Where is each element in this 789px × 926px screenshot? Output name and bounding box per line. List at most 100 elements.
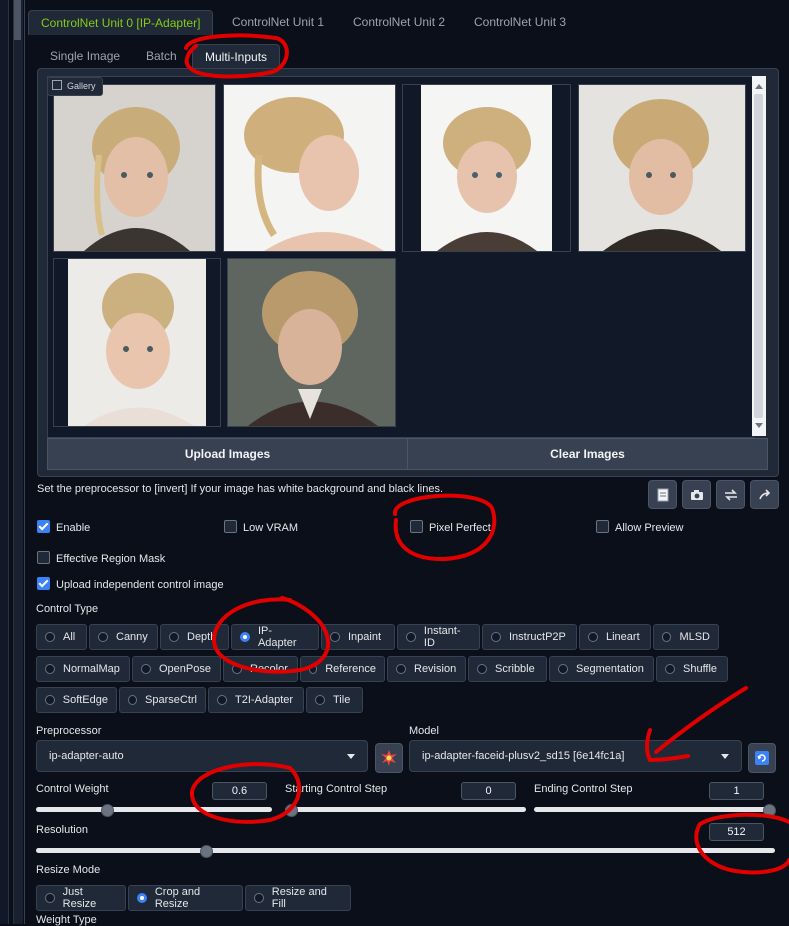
radio-circle[interactable]	[662, 632, 672, 642]
control-type-reference[interactable]: Reference	[300, 656, 385, 682]
page-scrollbar-thumb[interactable]	[14, 0, 21, 40]
gallery-image-4[interactable]	[578, 84, 746, 252]
preprocessor-dropdown[interactable]: ip-adapter-auto	[36, 740, 368, 772]
radio-circle[interactable]	[406, 632, 416, 642]
resize-mode-resize-and-fill[interactable]: Resize and Fill	[245, 885, 351, 911]
radio-circle[interactable]	[98, 632, 108, 642]
low-vram-option[interactable]: Low VRAM	[224, 520, 298, 534]
tab-multi-inputs[interactable]: Multi-Inputs	[192, 44, 281, 69]
radio-circle[interactable]	[315, 695, 325, 705]
page-scrollbar[interactable]	[13, 0, 23, 924]
model-dropdown[interactable]: ip-adapter-faceid-plusv2_sd15 [6e14fc1a]	[409, 740, 742, 772]
upload-independent-option[interactable]: Upload independent control image	[37, 577, 224, 591]
control-type-ip-adapter[interactable]: IP-Adapter	[231, 624, 319, 650]
pixel-perfect-option[interactable]: Pixel Perfect	[410, 520, 491, 534]
tab-unit-0[interactable]: ControlNet Unit 0 [IP-Adapter]	[28, 10, 214, 35]
radio-circle[interactable]	[141, 664, 151, 674]
resize-mode-just-resize[interactable]: Just Resize	[36, 885, 126, 911]
resolution-slider[interactable]	[36, 848, 775, 853]
radio-circle[interactable]	[309, 664, 318, 674]
tab-unit-3[interactable]: ControlNet Unit 3	[462, 10, 578, 34]
gallery-image-5[interactable]	[53, 258, 221, 427]
effective-region-mask-option[interactable]: Effective Region Mask	[37, 551, 165, 565]
control-type-inpaint[interactable]: Inpaint	[321, 624, 395, 650]
allow-preview-option[interactable]: Allow Preview	[596, 520, 683, 534]
radio-circle[interactable]	[588, 632, 598, 642]
control-type-canny[interactable]: Canny	[89, 624, 158, 650]
refresh-models-button[interactable]	[748, 743, 776, 773]
notepad-button[interactable]	[648, 480, 677, 509]
control-weight-slider-handle[interactable]	[100, 804, 114, 817]
gallery-scrollbar[interactable]	[752, 76, 766, 436]
swap-button[interactable]	[716, 480, 745, 509]
radio-circle-selected[interactable]	[137, 893, 147, 903]
control-type-all[interactable]: All	[36, 624, 87, 650]
pixel-perfect-checkbox[interactable]	[410, 520, 423, 533]
control-type-sparsectrl[interactable]: SparseCtrl	[119, 687, 206, 713]
ending-step-input[interactable]: 1	[709, 782, 764, 800]
ending-step-slider[interactable]	[534, 807, 775, 812]
radio-circle[interactable]	[396, 664, 406, 674]
gallery-image-1[interactable]	[53, 84, 216, 252]
upload-images-button[interactable]: Upload Images	[47, 438, 408, 470]
tab-unit-2[interactable]: ControlNet Unit 2	[341, 10, 457, 34]
gallery-image-6[interactable]	[227, 258, 396, 427]
enable-checkbox[interactable]	[37, 520, 50, 533]
control-type-shuffle[interactable]: Shuffle	[656, 656, 728, 682]
radio-circle[interactable]	[45, 632, 55, 642]
control-type-segmentation[interactable]: Segmentation	[549, 656, 654, 682]
gallery-image-2[interactable]	[223, 84, 396, 252]
effective-region-mask-checkbox[interactable]	[37, 551, 50, 564]
scroll-up-icon[interactable]	[755, 84, 763, 89]
radio-circle[interactable]	[477, 664, 487, 674]
radio-circle[interactable]	[169, 632, 179, 642]
low-vram-checkbox[interactable]	[224, 520, 237, 533]
control-type-openpose[interactable]: OpenPose	[132, 656, 221, 682]
gallery-image-3[interactable]	[402, 84, 571, 252]
radio-circle[interactable]	[45, 893, 55, 903]
allow-preview-checkbox[interactable]	[596, 520, 609, 533]
radio-circle[interactable]	[217, 695, 227, 705]
scroll-down-icon[interactable]	[755, 423, 763, 428]
radio-circle[interactable]	[330, 632, 340, 642]
ending-step-slider-handle[interactable]	[763, 804, 776, 817]
starting-step-input[interactable]: 0	[461, 782, 516, 800]
gallery-scrollbar-thumb[interactable]	[754, 94, 763, 418]
run-preprocessor-button[interactable]	[375, 743, 403, 773]
control-type-revision[interactable]: Revision	[387, 656, 466, 682]
control-type-instant-id[interactable]: Instant-ID	[397, 624, 480, 650]
control-weight-input[interactable]: 0.6	[212, 782, 267, 800]
radio-circle[interactable]	[128, 695, 138, 705]
control-type-lineart[interactable]: Lineart	[579, 624, 651, 650]
radio-circle[interactable]	[558, 664, 568, 674]
radio-circle[interactable]	[45, 664, 55, 674]
control-type-mlsd[interactable]: MLSD	[653, 624, 719, 650]
starting-step-slider-handle[interactable]	[285, 804, 298, 817]
tab-unit-1[interactable]: ControlNet Unit 1	[220, 10, 336, 34]
starting-step-slider[interactable]	[285, 807, 526, 812]
control-type-t2i-adapter[interactable]: T2I-Adapter	[208, 687, 304, 713]
clear-images-button[interactable]: Clear Images	[407, 438, 768, 470]
control-type-tile[interactable]: Tile	[306, 687, 363, 713]
control-type-instructp2p[interactable]: InstructP2P	[482, 624, 577, 650]
control-type-softedge[interactable]: SoftEdge	[36, 687, 117, 713]
tab-batch[interactable]: Batch	[134, 44, 189, 68]
radio-circle[interactable]	[254, 893, 264, 903]
resize-mode-crop-and-resize[interactable]: Crop and Resize	[128, 885, 243, 911]
radio-circle[interactable]	[665, 664, 675, 674]
camera-button[interactable]	[682, 480, 711, 509]
control-type-recolor[interactable]: Recolor	[223, 656, 298, 682]
radio-circle-selected[interactable]	[240, 632, 250, 642]
radio-circle[interactable]	[45, 695, 55, 705]
enable-option[interactable]: Enable	[37, 520, 90, 534]
control-weight-slider[interactable]	[36, 807, 272, 812]
control-type-scribble[interactable]: Scribble	[468, 656, 547, 682]
radio-circle[interactable]	[232, 664, 242, 674]
radio-circle[interactable]	[491, 632, 501, 642]
upload-independent-checkbox[interactable]	[37, 577, 50, 590]
send-button[interactable]	[750, 480, 779, 509]
control-type-depth[interactable]: Depth	[160, 624, 229, 650]
resolution-input[interactable]: 512	[709, 823, 764, 841]
resolution-slider-handle[interactable]	[199, 845, 213, 858]
control-type-normalmap[interactable]: NormalMap	[36, 656, 130, 682]
